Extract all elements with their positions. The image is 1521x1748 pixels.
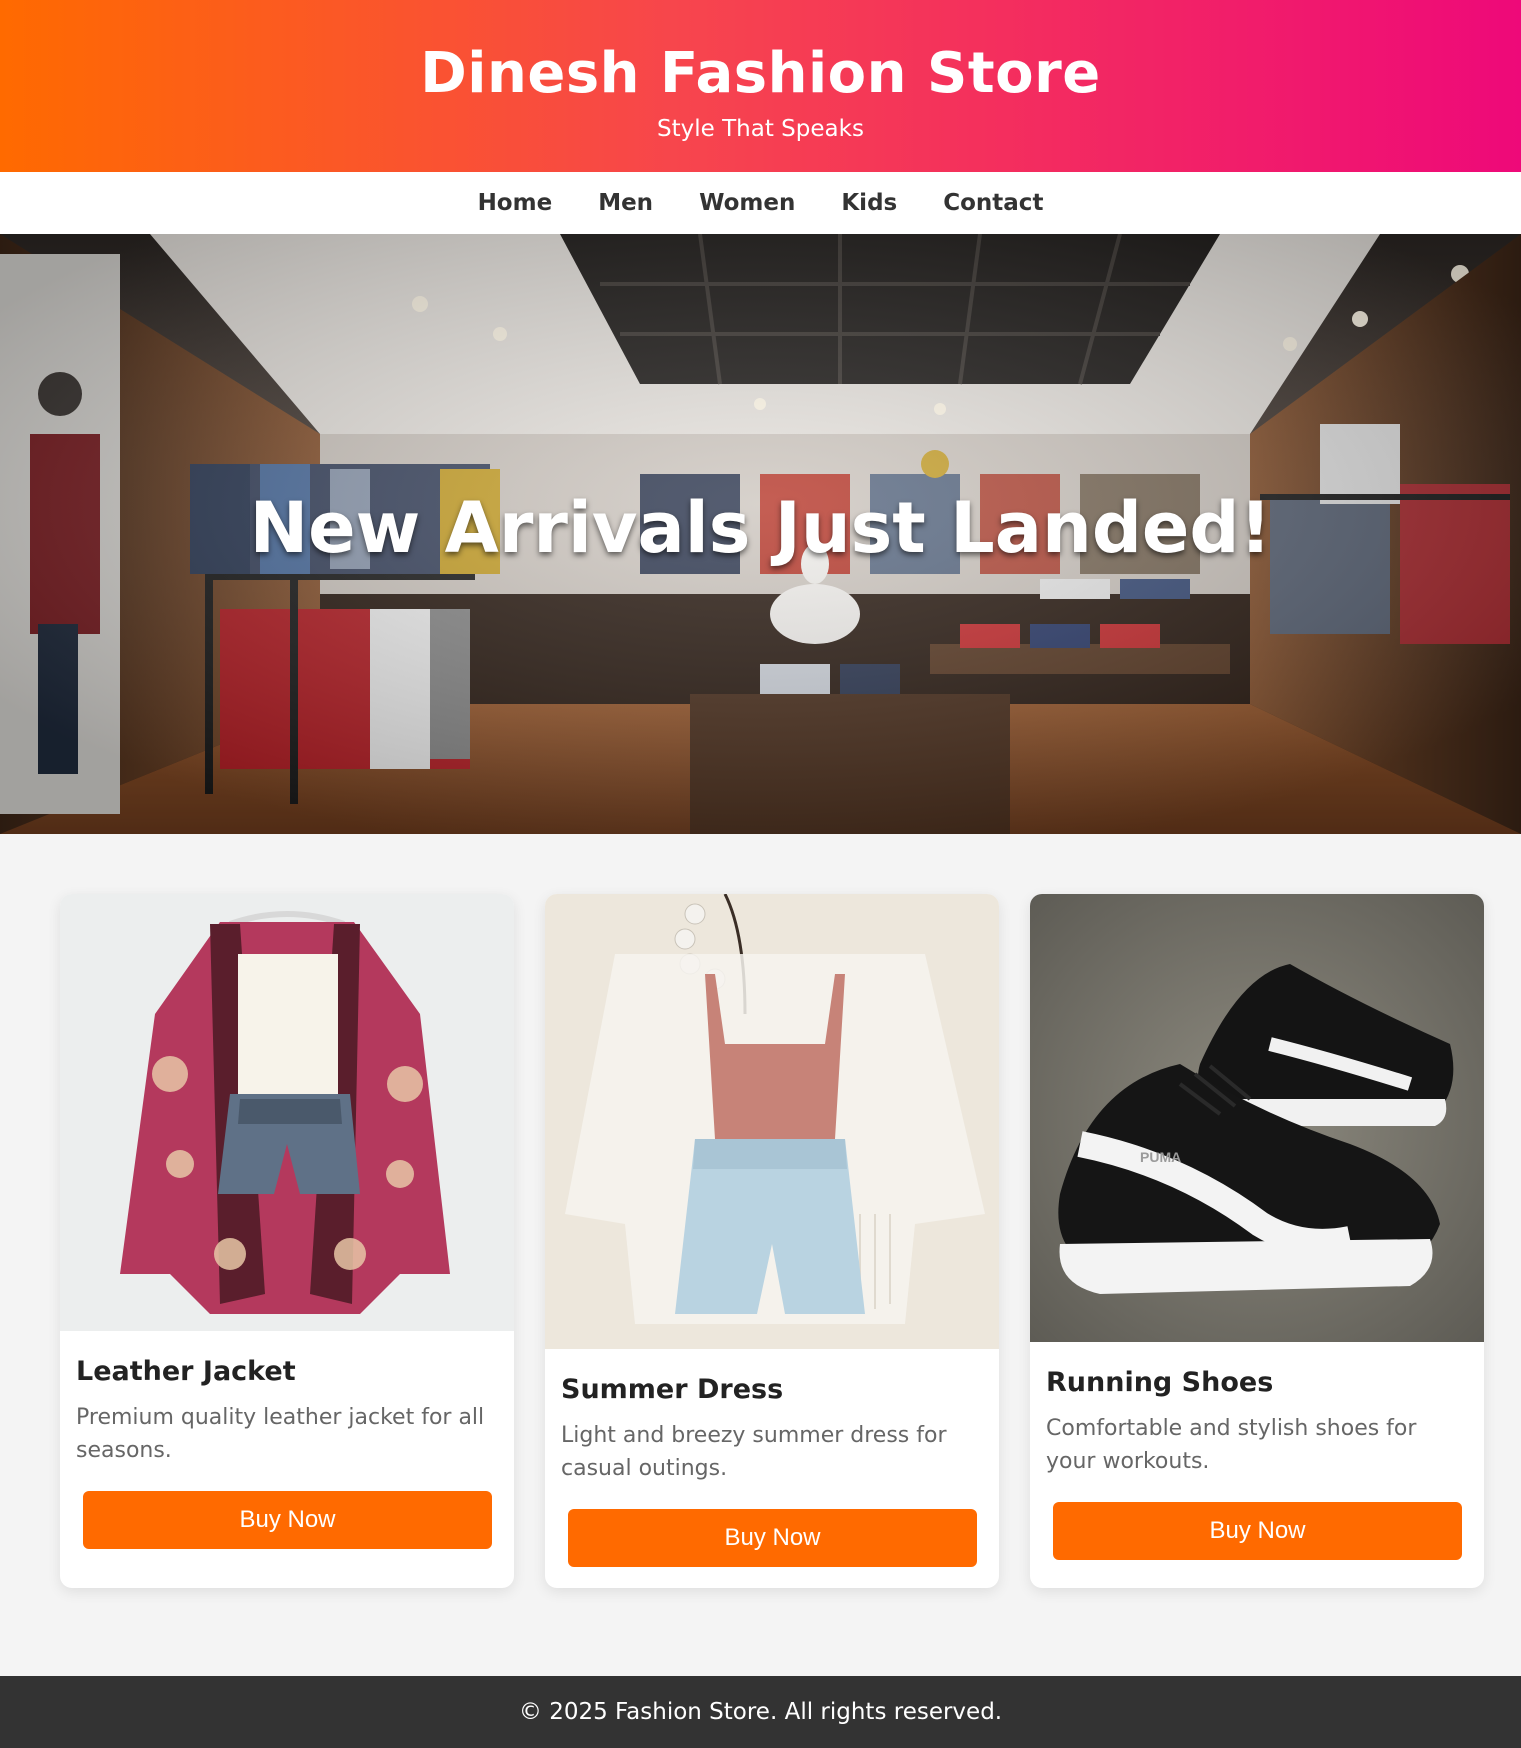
site-title: Dinesh Fashion Store	[420, 41, 1101, 106]
product-card: Summer Dress Light and breezy summer dre…	[545, 894, 999, 1588]
footer-copyright: © 2025 Fashion Store. All rights reserve…	[518, 1699, 1003, 1725]
nav-link-kids[interactable]: Kids	[841, 190, 897, 216]
product-name: Running Shoes	[1046, 1367, 1274, 1398]
buy-now-button[interactable]: Buy Now	[83, 1491, 492, 1549]
buy-now-button[interactable]: Buy Now	[568, 1509, 977, 1567]
product-card: Leather Jacket Premium quality leather j…	[60, 894, 514, 1588]
product-image-leather-jacket	[60, 894, 514, 1331]
product-image-running-shoes: PUMA	[1030, 894, 1484, 1342]
product-name: Leather Jacket	[76, 1356, 296, 1387]
buy-now-button[interactable]: Buy Now	[1053, 1502, 1462, 1560]
product-description: Premium quality leather jacket for all s…	[76, 1405, 485, 1463]
site-tagline: Style That Speaks	[657, 116, 864, 142]
product-card: PUMA Running Shoes Comfortable and styli…	[1030, 894, 1484, 1588]
hero-heading: New Arrivals Just Landed!	[249, 487, 1272, 569]
product-description: Comfortable and stylish shoes for your w…	[1046, 1416, 1417, 1474]
nav-link-contact[interactable]: Contact	[943, 190, 1043, 216]
hero-banner: New Arrivals Just Landed!	[0, 234, 1521, 834]
site-header: Dinesh Fashion Store Style That Speaks	[0, 0, 1521, 172]
nav-link-home[interactable]: Home	[478, 190, 553, 216]
svg-text:PUMA: PUMA	[1140, 1149, 1181, 1165]
product-name: Summer Dress	[561, 1374, 784, 1405]
product-description: Light and breezy summer dress for casual…	[561, 1423, 947, 1481]
nav-link-men[interactable]: Men	[598, 190, 653, 216]
product-grid: Leather Jacket Premium quality leather j…	[0, 834, 1521, 1676]
product-image-summer-dress	[545, 894, 999, 1349]
site-footer: © 2025 Fashion Store. All rights reserve…	[0, 1676, 1521, 1748]
main-nav: Home Men Women Kids Contact	[0, 172, 1521, 234]
nav-link-women[interactable]: Women	[699, 190, 795, 216]
